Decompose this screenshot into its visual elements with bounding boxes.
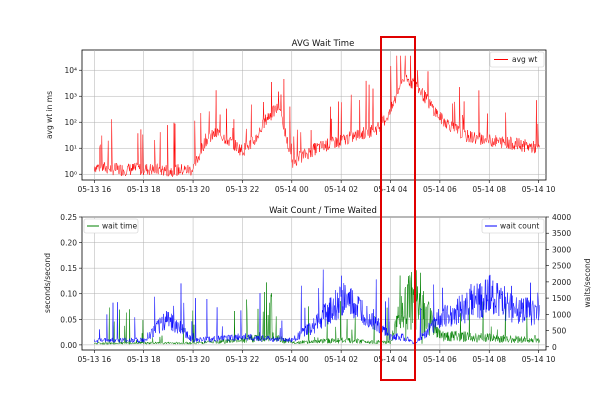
top-y-axis-label: avg wt in ms — [45, 91, 54, 139]
bottom-right-y-axis-label: waits/second — [583, 258, 592, 307]
figure: AVG Wait Time 05-13 16 05-13 18 05-13 20 05… — [43, 36, 592, 381]
top-chart: AVG Wait Time 05-13 16 05-13 18 05-13 20 05… — [45, 39, 556, 194]
bottom-left-y-tick-label: 0.15 — [60, 264, 77, 273]
bottom-left-y-tick-label: 0.00 — [60, 341, 77, 350]
bottom-left-y-axis-label: seconds/second — [43, 253, 52, 313]
bottom-x-tick-label: 05-14 10 — [522, 355, 556, 364]
bottom-right-y-tick-label: 2500 — [552, 262, 571, 271]
bottom-x-tick-label: 05-14 08 — [472, 355, 506, 364]
top-chart-title: AVG Wait Time — [292, 39, 355, 49]
bottom-legend-right: wait count — [481, 218, 545, 234]
top-y-tick-label: 10⁰ — [64, 170, 77, 179]
top-plot-frame — [81, 49, 547, 181]
bottom-x-tick-label: 05-14 06 — [423, 355, 457, 364]
top-x-tick-label: 05-13 16 — [77, 185, 111, 194]
top-x-tick-label: 05-14 10 — [522, 185, 556, 194]
bottom-x-tick-label: 05-13 16 — [77, 355, 111, 364]
bottom-right-y-tick-label: 500 — [552, 327, 567, 336]
bottom-right-y-ticks: 0 500 1000 1500 2000 2500 3000 3500 4000 — [546, 213, 571, 352]
bottom-right-y-tick-label: 3000 — [552, 245, 571, 254]
bottom-chart-title: Wait Count / Time Waited — [269, 206, 377, 216]
top-y-tick-label: 10³ — [64, 92, 77, 101]
bottom-legend-label-wait-time: wait time — [102, 222, 137, 231]
bottom-left-y-tick-label: 0.05 — [60, 315, 77, 324]
bottom-left-y-ticks: 0.00 0.05 0.10 0.15 0.20 0.25 — [60, 213, 82, 350]
bottom-right-y-tick-label: 1500 — [552, 294, 571, 303]
bottom-x-tick-label: 05-13 18 — [127, 355, 161, 364]
bottom-right-y-tick-label: 2000 — [552, 278, 571, 287]
top-x-tick-label: 05-14 08 — [472, 185, 506, 194]
top-y-ticks: 10⁰ 10¹ 10² 10³ 10⁴ — [64, 66, 82, 179]
top-y-tick-label: 10⁴ — [64, 66, 77, 75]
top-x-tick-label: 05-13 22 — [226, 185, 260, 194]
bottom-right-y-tick-label: 1000 — [552, 310, 571, 319]
bottom-right-y-tick-label: 4000 — [552, 213, 571, 222]
top-y-tick-label: 10² — [64, 118, 77, 127]
bottom-x-tick-label: 05-14 02 — [324, 355, 358, 364]
top-legend: avg wt — [489, 51, 545, 68]
bottom-chart: Wait Count / Time Waited 05-13 16 05-13 1… — [43, 206, 592, 364]
bottom-legend-label-wait-count: wait count — [500, 222, 539, 231]
top-x-tick-label: 05-13 18 — [127, 185, 161, 194]
bottom-left-y-tick-label: 0.20 — [60, 239, 77, 248]
top-x-tick-label: 05-13 20 — [176, 185, 210, 194]
bottom-right-y-tick-label: 0 — [552, 343, 557, 352]
bottom-left-y-tick-label: 0.10 — [60, 290, 77, 299]
bottom-x-tick-label: 05-13 22 — [226, 355, 260, 364]
bottom-x-ticks: 05-13 16 05-13 18 05-13 20 05-13 22 05-14 00… — [77, 350, 556, 364]
top-x-tick-label: 05-14 04 — [374, 185, 408, 194]
bottom-x-tick-label: 05-14 00 — [275, 355, 309, 364]
top-legend-label-avg-wt: avg wt — [512, 55, 537, 64]
bottom-legend-left: wait time — [83, 218, 139, 234]
bottom-x-tick-label: 05-14 04 — [374, 355, 408, 364]
top-x-ticks: 05-13 16 05-13 18 05-13 20 05-13 22 05-14 00… — [77, 180, 556, 194]
bottom-right-y-tick-label: 3500 — [552, 229, 571, 238]
top-x-tick-label: 05-14 00 — [275, 185, 309, 194]
top-y-tick-label: 10¹ — [64, 144, 77, 153]
bottom-x-tick-label: 05-13 20 — [176, 355, 210, 364]
top-x-tick-label: 05-14 06 — [423, 185, 457, 194]
bottom-left-y-tick-label: 0.25 — [60, 213, 77, 222]
top-x-tick-label: 05-14 02 — [324, 185, 358, 194]
